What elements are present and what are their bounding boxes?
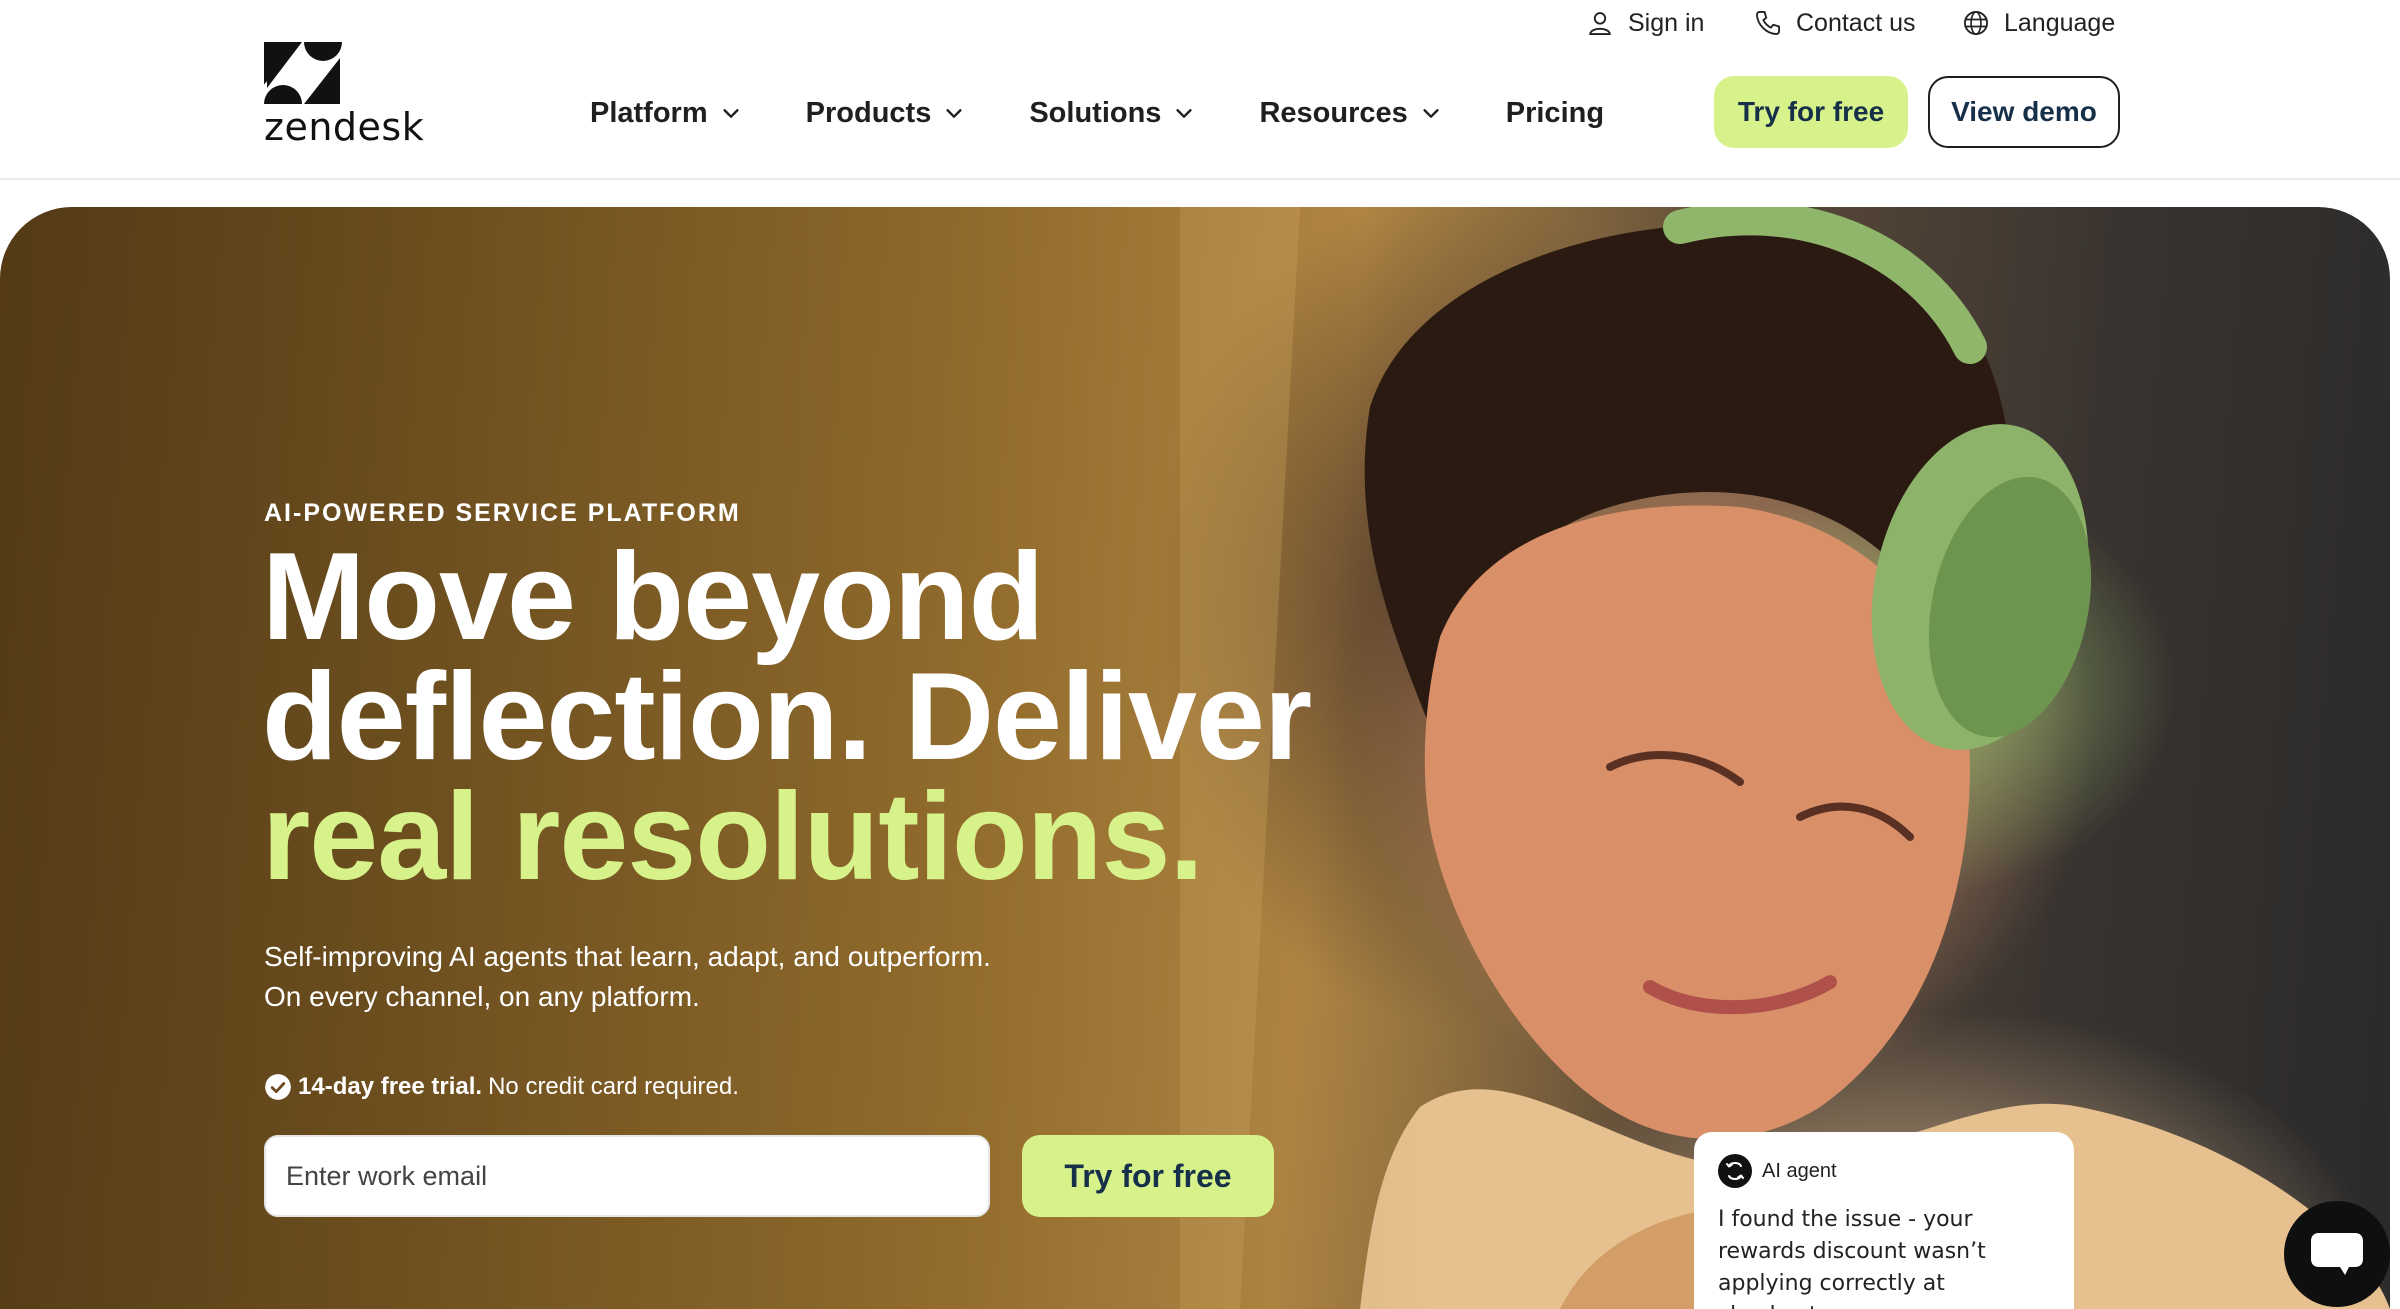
chat-bubble-icon	[2311, 1233, 2363, 1275]
hero-headline: Move beyond deflection. Deliver real res…	[262, 535, 1312, 899]
ai-agent-avatar-icon	[1718, 1154, 1752, 1188]
check-circle-icon	[265, 1074, 291, 1100]
phone-icon	[1755, 10, 1781, 36]
hero-section: AI-POWERED SERVICE PLATFORM Move beyond …	[0, 207, 2390, 1309]
chevron-down-icon	[723, 109, 739, 118]
trial-note: 14-day free trial. No credit card requir…	[264, 1073, 739, 1101]
subcopy-line-2: On every channel, on any platform.	[264, 981, 700, 1012]
work-email-input[interactable]	[264, 1135, 990, 1217]
hero-eyebrow: AI-POWERED SERVICE PLATFORM	[264, 499, 741, 527]
nav-label: Resources	[1259, 96, 1408, 129]
nav-label: Products	[805, 96, 932, 129]
ai-agent-chat-card: AI agent I found the issue - your reward…	[1694, 1132, 2074, 1309]
site-header: zendesk Sign in Contact us Language Plat…	[0, 0, 2400, 180]
headline-line-2: deflection. Deliver	[262, 648, 1312, 786]
chat-launcher-button[interactable]	[2284, 1201, 2390, 1307]
zendesk-logo[interactable]: zendesk	[264, 42, 424, 150]
nav-label: Pricing	[1505, 96, 1605, 129]
contact-us-label: Contact us	[1796, 8, 1916, 37]
hero-try-for-free-button[interactable]: Try for free	[1022, 1135, 1274, 1217]
logo-wordmark: zendesk	[264, 105, 425, 149]
contact-us-link[interactable]: Contact us	[1754, 6, 1916, 40]
trial-rest-text: No credit card required.	[488, 1073, 739, 1100]
chat-card-header: AI agent	[1718, 1154, 2050, 1188]
view-demo-button[interactable]: View demo	[1928, 76, 2120, 148]
nav-label: Solutions	[1029, 96, 1162, 129]
subcopy-line-1: Self-improving AI agents that learn, ada…	[264, 941, 991, 972]
main-nav: Platform Products Solutions Resources Pr…	[590, 88, 1668, 138]
chat-card-title: AI agent	[1762, 1159, 1837, 1182]
globe-icon	[1963, 10, 1989, 36]
nav-item-pricing[interactable]: Pricing	[1506, 97, 1604, 130]
chat-card-message: I found the issue - your rewards discoun…	[1718, 1207, 1986, 1309]
nav-item-resources[interactable]: Resources	[1259, 97, 1441, 130]
nav-item-platform[interactable]: Platform	[590, 97, 742, 130]
sign-in-label: Sign in	[1628, 8, 1705, 37]
nav-item-solutions[interactable]: Solutions	[1029, 97, 1195, 130]
chevron-down-icon	[946, 109, 962, 118]
zendesk-mark-icon	[264, 42, 342, 104]
try-for-free-button[interactable]: Try for free	[1714, 76, 1908, 148]
nav-item-products[interactable]: Products	[806, 97, 966, 130]
language-label: Language	[2004, 8, 2116, 37]
chevron-down-icon	[1176, 109, 1193, 118]
hero-subcopy: Self-improving AI agents that learn, ada…	[264, 937, 991, 1017]
trial-bold-text: 14-day free trial.	[298, 1073, 483, 1100]
nav-label: Platform	[590, 96, 708, 129]
headline-line-3-accent: real resolutions.	[262, 768, 1204, 906]
user-icon	[1589, 12, 1611, 36]
sign-in-link[interactable]: Sign in	[1586, 6, 1704, 40]
language-selector[interactable]: Language	[1962, 6, 2115, 40]
chevron-down-icon	[1423, 109, 1439, 118]
headline-line-1: Move beyond	[262, 528, 1044, 666]
